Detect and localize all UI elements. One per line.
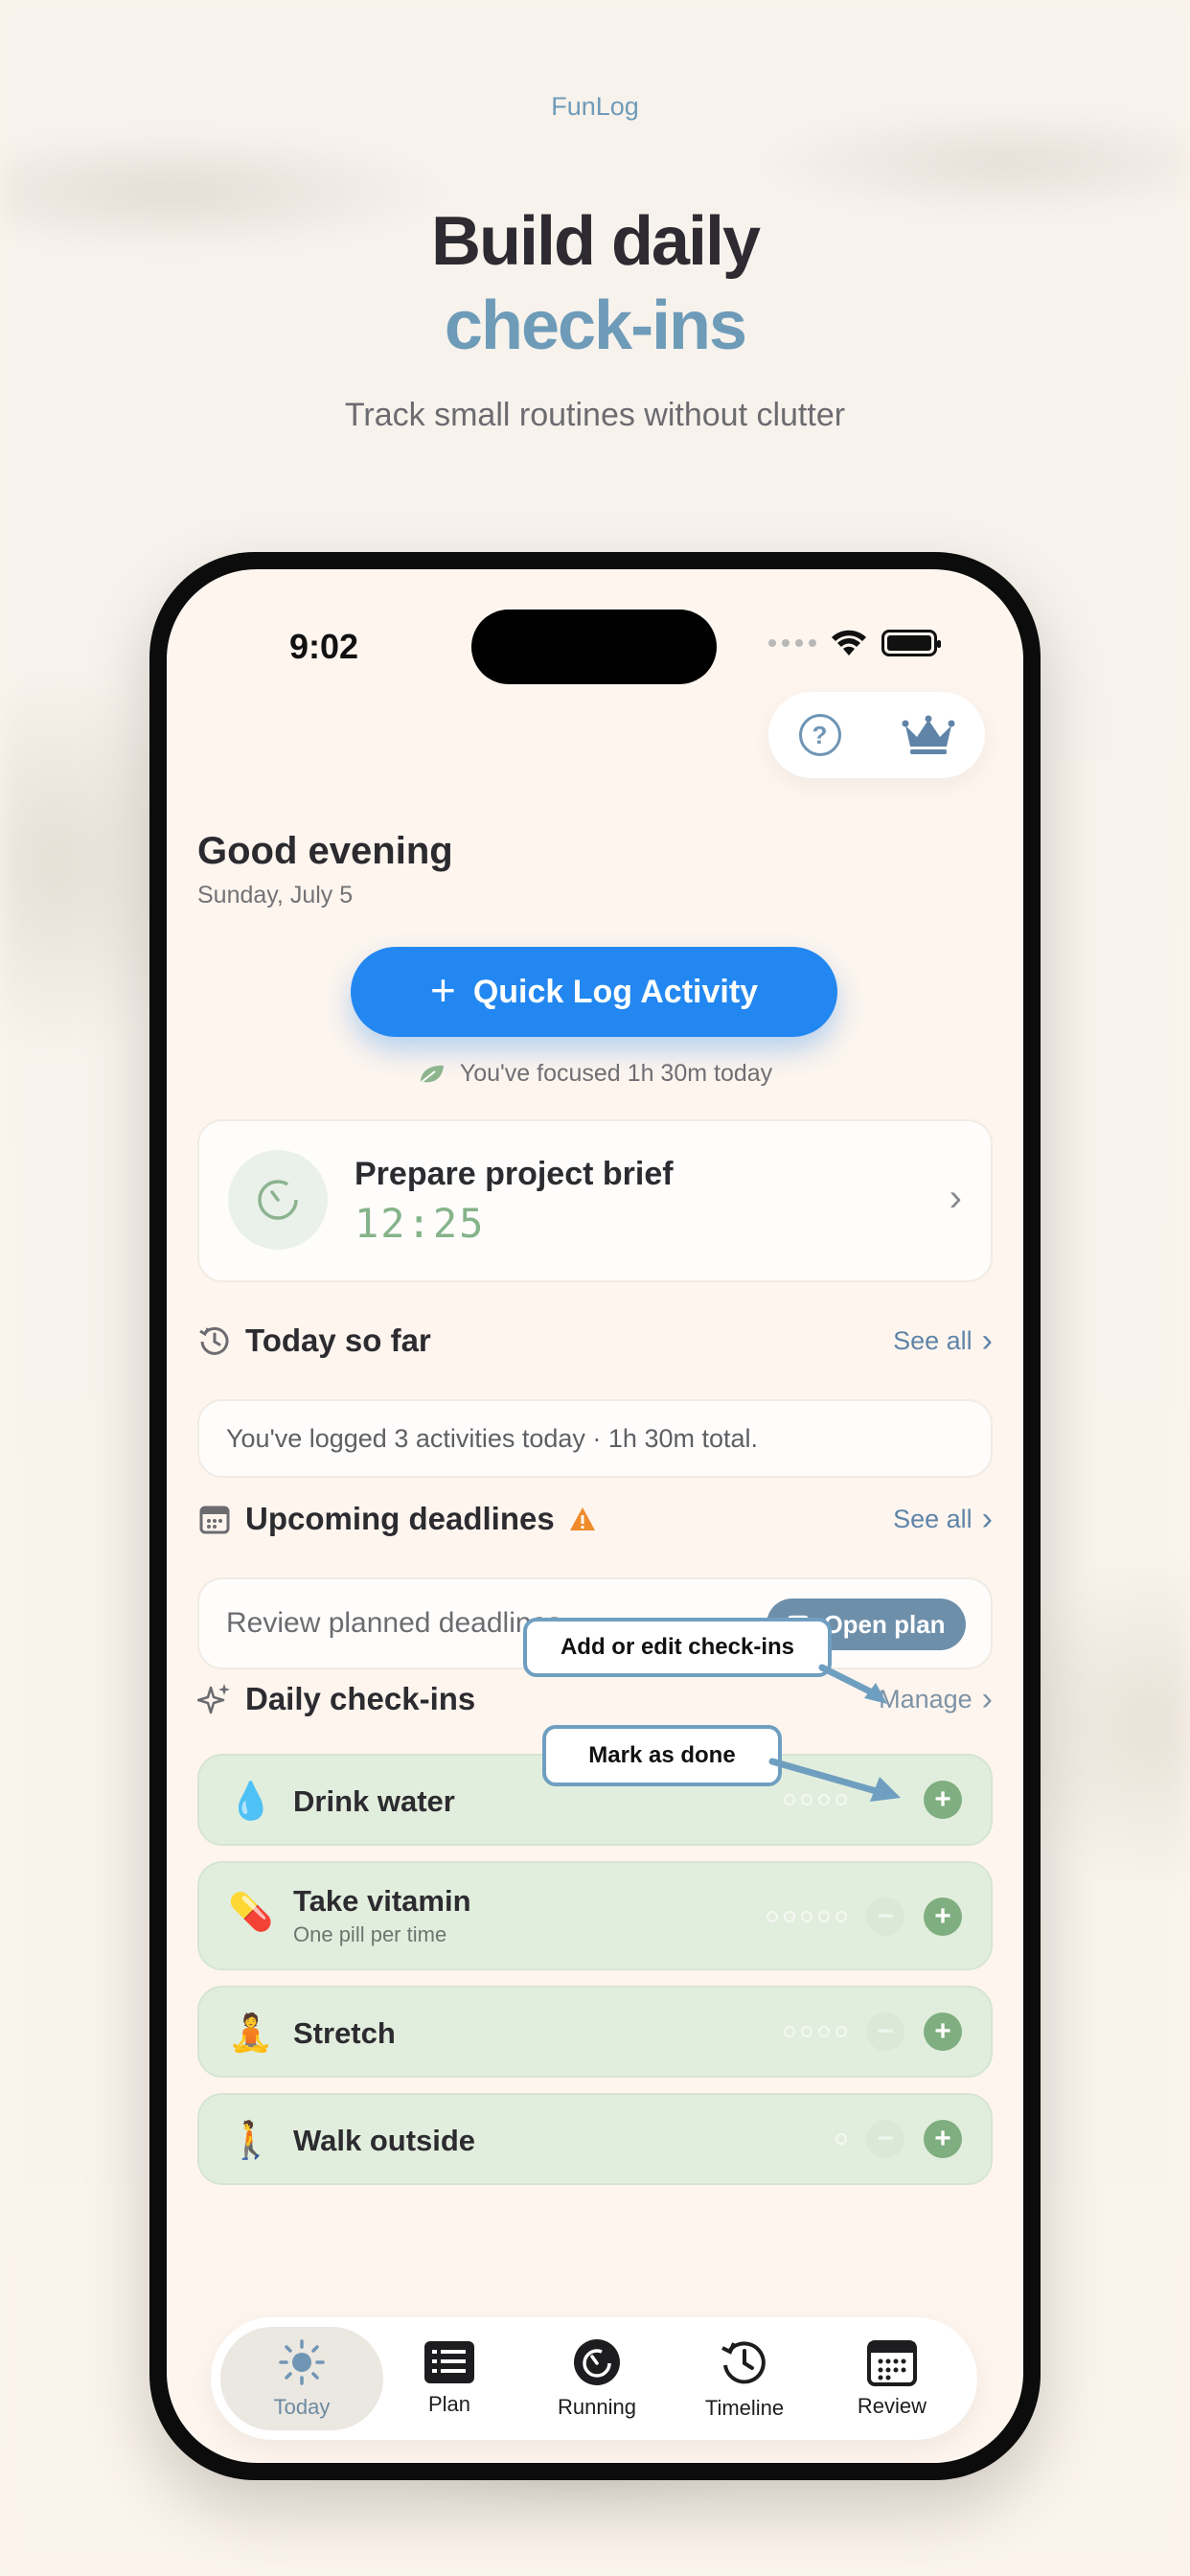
callout-arrow (768, 1758, 901, 1802)
dynamic-island (471, 610, 717, 684)
chevron-right-icon: › (981, 1680, 993, 1717)
checkin-minus-button[interactable]: − (866, 1898, 904, 1936)
top-actions: ? (768, 692, 985, 778)
manage-link[interactable]: Manage › (879, 1681, 993, 1718)
checkin-row: 🧘 Stretch − + (197, 1986, 993, 2078)
warning-icon (569, 1507, 595, 1530)
pill-icon: 💊 (228, 1893, 274, 1933)
timer-value: 12:25 (355, 1200, 486, 1247)
calendar-icon (867, 2340, 917, 2386)
today-see-all-link[interactable]: See all › (893, 1322, 993, 1360)
checkin-row: 🚶 Walk outside − + (197, 2093, 993, 2185)
checkin-minus-button[interactable]: − (866, 2120, 904, 2158)
water-drop-icon: 💧 (228, 1782, 274, 1822)
tab-label: Timeline (704, 2396, 785, 2420)
hero-title: Build daily check-ins (0, 199, 1190, 368)
tab-plan[interactable]: Plan (368, 2327, 531, 2430)
tab-label: Today (273, 2395, 331, 2419)
tab-review[interactable]: Review (811, 2327, 973, 2430)
checkins-title: Daily check-ins (245, 1681, 476, 1716)
checkin-progress-pips (767, 1911, 847, 1922)
checkin-row: 💊 Take vitamin One pill per time − + (197, 1861, 993, 1970)
checkin-subtitle: One pill per time (293, 1922, 447, 1946)
chevron-right-icon: › (981, 1500, 993, 1537)
plus-icon: + (429, 965, 456, 1015)
history-icon (199, 1326, 229, 1355)
deadlines-header: Upcoming deadlines See all › (197, 1501, 993, 1537)
phone-screen: 9:02 ? Good evening Sunday, July 5 + Qui… (167, 569, 1023, 2463)
checkin-progress-pips (784, 2026, 847, 2037)
today-so-far-title: Today so far (245, 1322, 431, 1358)
greeting-date: Sunday, July 5 (197, 882, 354, 908)
tab-label: Plan (427, 2392, 471, 2416)
greeting-title: Good evening (197, 830, 453, 872)
hero-title-line1: Build daily (430, 203, 761, 280)
deadlines-see-all-link[interactable]: See all › (893, 1501, 993, 1538)
today-summary-card: You've logged 3 activities today · 1h 30… (197, 1399, 993, 1478)
tab-today[interactable]: Today (220, 2327, 383, 2430)
checkin-plus-button[interactable]: + (924, 2120, 962, 2158)
wifi-icon (832, 630, 866, 656)
timer-icon (228, 1150, 328, 1250)
hero-subtitle: Track small routines without clutter (344, 397, 846, 433)
help-icon[interactable]: ? (798, 714, 841, 756)
focus-summary: You've focused 1h 30m today (167, 1060, 1023, 1088)
calendar-icon (199, 1506, 230, 1534)
checkin-plus-button[interactable]: + (924, 1898, 962, 1936)
checkin-plus-button[interactable]: + (924, 2012, 962, 2051)
quick-log-button[interactable]: + Quick Log Activity (351, 947, 837, 1037)
running-timer-card[interactable]: Prepare project brief 12:25 › (197, 1119, 993, 1282)
status-indicators (768, 629, 941, 657)
timer-title: Prepare project brief (355, 1156, 674, 1192)
walking-icon: 🚶 (228, 2121, 274, 2161)
see-all-label: See all (893, 1325, 973, 1355)
checkin-name: Take vitamin (293, 1884, 471, 1918)
deadlines-title: Upcoming deadlines (245, 1501, 555, 1536)
tab-label: Review (857, 2394, 927, 2418)
chevron-right-icon: › (949, 1177, 962, 1219)
focus-summary-text: You've focused 1h 30m today (459, 1060, 773, 1087)
meditation-icon: 🧘 (228, 2013, 274, 2054)
bottom-tab-bar: Today Plan Running Timeline Review (211, 2317, 977, 2440)
leaf-icon (420, 1065, 444, 1083)
today-so-far-header: Today so far See all › (197, 1322, 993, 1359)
crown-icon[interactable] (902, 714, 955, 756)
callout-arrow (818, 1664, 887, 1704)
callout-mark-done: Mark as done (542, 1725, 782, 1786)
history-icon (721, 2341, 766, 2384)
signal-icon (768, 639, 816, 647)
sun-icon (279, 2339, 325, 2385)
checkin-plus-button[interactable]: + (924, 1781, 962, 1819)
checkin-name: Stretch (293, 2016, 396, 2050)
timer-icon (574, 2339, 620, 2385)
status-time: 9:02 (289, 627, 359, 666)
quick-log-label: Quick Log Activity (472, 973, 759, 1010)
checkin-name: Drink water (293, 1784, 455, 1818)
brand-name: FunLog (551, 92, 639, 121)
checkin-minus-button[interactable]: − (866, 2012, 904, 2051)
list-icon (424, 2341, 474, 2383)
battery-icon (881, 630, 941, 656)
tab-running[interactable]: Running (515, 2327, 678, 2430)
chevron-right-icon: › (981, 1322, 993, 1359)
checkin-name: Walk outside (293, 2124, 476, 2157)
phone-frame: 9:02 ? Good evening Sunday, July 5 + Qui… (149, 552, 1041, 2480)
hero-title-line2: check-ins (444, 288, 747, 364)
callout-edit-checkins: Add or edit check-ins (523, 1618, 832, 1677)
see-all-label: See all (893, 1504, 973, 1533)
tab-timeline[interactable]: Timeline (663, 2327, 826, 2430)
sparkle-icon (197, 1684, 230, 1714)
tab-label: Running (558, 2395, 636, 2419)
deadlines-text: Review planned deadlines (226, 1607, 562, 1639)
open-plan-label: Open plan (823, 1609, 946, 1639)
checkin-progress-pips (835, 2133, 847, 2145)
